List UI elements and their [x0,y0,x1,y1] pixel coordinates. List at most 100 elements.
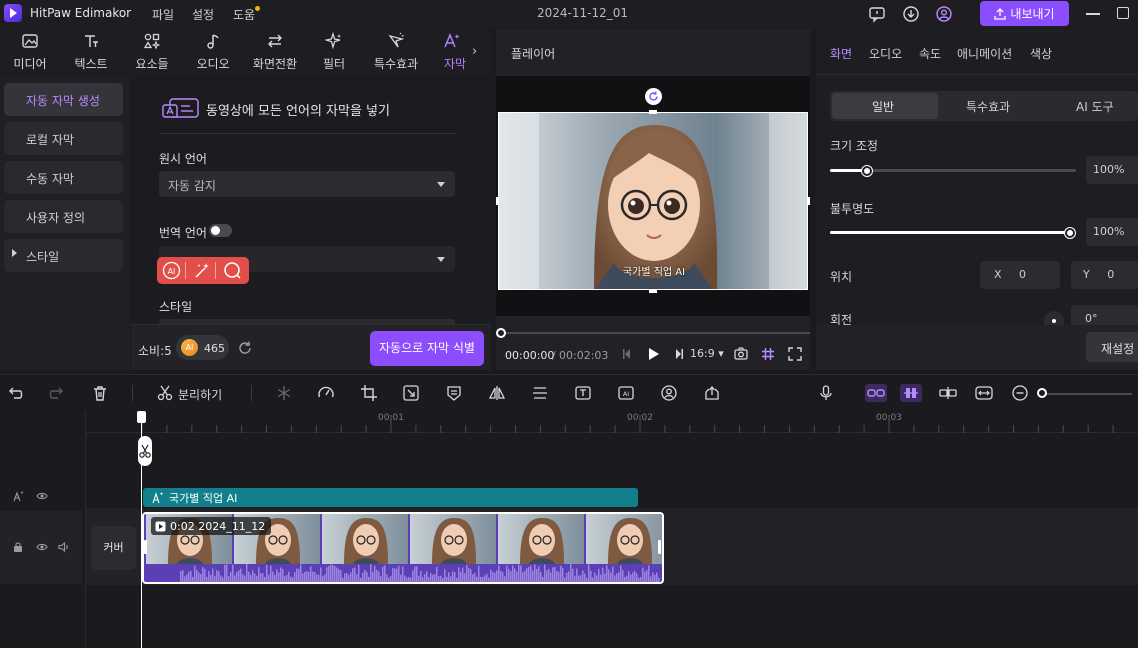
snapshot-icon[interactable] [734,347,748,360]
video-clip[interactable]: 0:02 2024_11_12 [142,512,664,584]
export-button[interactable]: 내보내기 [980,1,1069,26]
tab-audio[interactable]: 오디오 [187,32,239,72]
tab-filter[interactable]: 필터 [308,32,360,72]
tab-media[interactable]: 미디어 [4,32,56,72]
resize-handle[interactable] [807,197,810,205]
menu-file[interactable]: 파일 [152,6,174,23]
opacity-slider-knob[interactable] [1065,228,1075,238]
ai-icon[interactable]: AI [162,261,181,280]
video-preview[interactable]: 국가별 직업 AI [498,112,808,290]
timeline-ruler[interactable]: 00:01 00:02 00:03 [86,411,1138,433]
export-clip-icon[interactable] [703,384,721,402]
scale-slider-knob[interactable] [862,166,872,176]
segment-general[interactable]: 일반 [872,98,894,115]
split-label[interactable]: 분리하기 [178,386,222,403]
snap-toggle[interactable] [900,384,922,402]
search-icon[interactable] [223,261,242,280]
segment-ai-tools[interactable]: AI 도구 [1076,98,1114,115]
chevron-right-icon[interactable]: › [472,44,477,59]
play-icon[interactable] [648,347,660,361]
refresh-icon[interactable] [237,340,253,356]
minimize-icon[interactable] [1086,13,1100,15]
speed-icon[interactable] [317,384,335,402]
freeze-icon[interactable] [275,384,293,402]
tab-transition[interactable]: 화면전환 [247,32,303,72]
clip-trim-handle-left[interactable] [144,540,147,554]
account-icon[interactable] [935,5,953,23]
zoom-slider[interactable] [1042,393,1132,395]
face-detect-icon[interactable] [660,384,678,402]
tab-speed[interactable]: 속도 [919,45,941,62]
menu-settings[interactable]: 설정 [192,6,214,23]
reset-button[interactable]: 재설정 [1086,332,1138,362]
maximize-icon[interactable] [1117,7,1129,19]
sidebar-item-custom[interactable]: 사용자 정의 [4,200,123,233]
next-frame-icon[interactable] [674,348,684,360]
undo-icon[interactable] [6,384,24,402]
auto-subtitle-button[interactable]: 자동으로 자막 식별 [370,331,484,366]
tab-animation[interactable]: 애니메이션 [957,45,1012,62]
text-box-icon[interactable] [574,384,592,402]
crop-icon[interactable] [360,384,378,402]
tab-elements[interactable]: 요소들 [126,32,178,72]
redo-icon[interactable] [48,384,66,402]
segment-effects[interactable]: 특수효과 [966,98,1010,115]
rotate-handle-icon[interactable] [645,88,662,105]
resize-handle[interactable] [496,197,499,205]
cover-button[interactable]: 커버 [91,526,136,570]
feedback-icon[interactable] [868,5,886,23]
clip-trim-handle-right[interactable] [658,540,661,554]
tab-text[interactable]: 텍스트 [65,32,117,72]
position-x-field[interactable]: X 0 [980,261,1060,289]
sidebar-item-auto-subtitle[interactable]: 자동 자막 생성 [4,83,123,116]
eye-icon[interactable] [36,541,48,553]
ai-tool-icon[interactable]: AI [617,384,635,402]
resize-icon[interactable] [402,384,420,402]
previous-frame-icon[interactable] [622,348,632,360]
subtitle-clip[interactable]: 국가별 직업 AI [143,488,638,507]
playhead-handle[interactable] [137,411,146,423]
fit-width-icon[interactable] [975,384,993,402]
flip-icon[interactable] [488,384,506,402]
link-toggle[interactable] [865,384,887,402]
magic-wand-icon[interactable] [193,261,212,280]
zoom-out-icon[interactable] [1011,384,1029,402]
source-language-select[interactable]: 자동 감지 [159,171,455,197]
download-icon[interactable] [902,5,920,23]
aspect-ratio-select[interactable]: 16:9 ▾ [690,347,724,360]
tab-screen[interactable]: 화면 [830,45,852,62]
tab-filter-label: 필터 [322,57,346,71]
ruler-label: 00:01 [378,413,404,423]
resize-handle[interactable] [649,289,657,293]
microphone-icon[interactable] [817,384,835,402]
mask-icon[interactable] [445,384,463,402]
lock-icon[interactable] [12,541,24,553]
zoom-slider-knob[interactable] [1037,388,1047,398]
tab-effects[interactable]: 특수효과 [368,32,424,72]
fullscreen-icon[interactable] [788,347,802,361]
scrubber-handle[interactable] [496,328,506,338]
scissors-icon[interactable] [156,384,174,402]
resize-handle[interactable] [649,110,657,114]
tab-color[interactable]: 색상 [1030,45,1052,62]
menu-help[interactable]: 도움 [233,6,255,23]
sidebar-item-style[interactable]: 스타일 [4,239,123,272]
split-audio-icon[interactable] [939,384,957,402]
scale-value-field[interactable]: 100% [1086,156,1138,184]
opacity-value-field[interactable]: 100% [1086,218,1138,246]
sidebar-item-manual-subtitle[interactable]: 수동 자막 [4,161,123,194]
waveform-bar [592,577,594,582]
playhead-split-button[interactable] [138,436,152,466]
align-icon[interactable] [531,384,549,402]
sidebar-item-local-subtitle[interactable]: 로컬 자막 [4,122,123,155]
speaker-icon[interactable] [58,541,70,553]
delete-icon[interactable] [91,384,109,402]
position-y-field[interactable]: Y 0 [1071,261,1138,289]
grid-icon[interactable] [761,347,775,361]
tab-audio-settings[interactable]: 오디오 [869,45,902,62]
eye-icon[interactable] [36,490,48,502]
playback-scrubber[interactable] [500,332,810,334]
svg-text:AI: AI [623,390,629,398]
tab-subtitle[interactable]: 자막 [432,32,472,72]
waveform-bar [360,577,362,582]
